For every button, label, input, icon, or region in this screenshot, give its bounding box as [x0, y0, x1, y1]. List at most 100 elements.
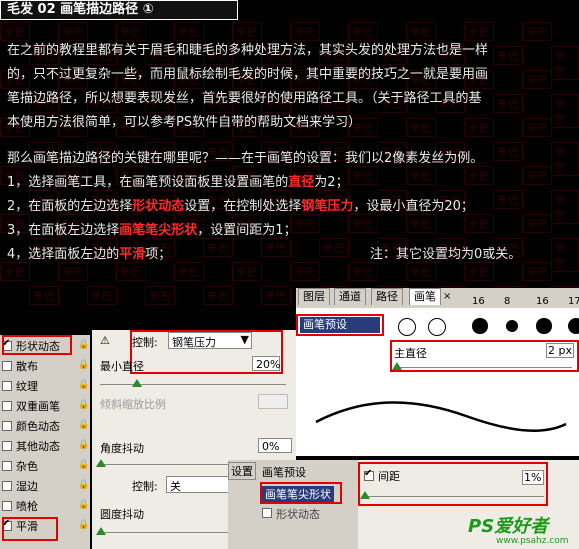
- spacing-slider-track[interactable]: [364, 496, 544, 497]
- option-checkbox[interactable]: [2, 381, 12, 391]
- watermark-tile: 辛巴: [87, 286, 117, 305]
- diameter-label: 主直径: [394, 347, 427, 360]
- watermark-tile: 辛巴: [522, 118, 552, 137]
- highlight-tip-shape: [260, 482, 342, 504]
- option-label: 其他动态: [16, 440, 60, 453]
- option-checkbox[interactable]: [2, 361, 12, 371]
- watermark-tile: 辛巴: [522, 262, 552, 281]
- brush-size-label: 8: [504, 296, 511, 307]
- option-checkbox[interactable]: [2, 461, 12, 471]
- watermark-tile: 辛巴: [145, 286, 175, 305]
- brush-tip-preview[interactable]: [428, 318, 446, 336]
- diameter-input[interactable]: 2 px: [546, 343, 574, 358]
- watermark-tile: 辛巴: [551, 94, 579, 128]
- brush-size-label: 16: [472, 296, 485, 307]
- stroke-preview: [315, 401, 567, 432]
- tip-item-shape-dynamics[interactable]: 形状动态: [262, 506, 320, 522]
- watermark-tile: 辛巴: [551, 46, 579, 80]
- lock-icon[interactable]: 🔒: [78, 380, 89, 390]
- option-label: 双重画笔: [16, 400, 60, 413]
- roundness-slider-knob[interactable]: [96, 527, 106, 535]
- tab-layers[interactable]: 图层: [298, 288, 330, 305]
- brush-option-item[interactable]: 其他动态: [2, 437, 60, 455]
- watermark-tile: 辛巴: [261, 286, 291, 305]
- step-3-highlight: 画笔笔尖形状: [119, 223, 198, 238]
- diameter-slider-track[interactable]: [396, 367, 572, 368]
- option-checkbox[interactable]: [2, 481, 12, 491]
- watermark-tile: 辛巴: [116, 22, 146, 41]
- tutorial-page: 辛巴 辛巴 辛巴 辛巴 辛巴 辛巴 辛巴 辛巴 辛巴 辛巴 辛巴 辛巴 辛巴 辛巴 辛巴 辛巴 辛巴 辛巴 辛巴 辛巴…: [0, 0, 579, 549]
- spacing-slider-knob[interactable]: [360, 491, 370, 499]
- step-1-end: 为2；: [314, 175, 349, 190]
- step-2-highlight-2: 钢笔压力: [301, 199, 354, 214]
- lock-icon[interactable]: 🔒: [78, 360, 89, 370]
- option-label: 散布: [16, 360, 38, 373]
- watermark-tile: 辛巴: [348, 22, 378, 41]
- shape-dynamics-checkbox[interactable]: [262, 508, 272, 518]
- watermark-tile: 辛巴: [493, 190, 523, 209]
- angle-jitter-slider-knob[interactable]: [96, 459, 106, 467]
- option-label: 湿边: [16, 480, 38, 493]
- diameter-slider-knob[interactable]: [392, 362, 402, 370]
- tip-shape-panel: 设置 画笔预设 画笔笔尖形状 形状动态 间距 1% PS爱好者 www.psah…: [228, 460, 579, 549]
- stroke-preview-curve: [315, 401, 567, 432]
- min-diameter-slider-knob[interactable]: [132, 379, 143, 387]
- option-checkbox[interactable]: [2, 441, 12, 451]
- highlight-shape-dynamics: [2, 335, 72, 355]
- tab-channels[interactable]: 通道: [334, 288, 366, 305]
- lock-icon[interactable]: 🔒: [78, 480, 89, 490]
- brush-size-label: 16: [536, 296, 549, 307]
- brush-preset-item[interactable]: 画笔预设: [300, 317, 380, 333]
- warning-icon: ⚠: [100, 334, 110, 347]
- watermark-tile: 辛巴: [290, 262, 320, 281]
- tab-paths[interactable]: 路径: [371, 288, 403, 305]
- lock-icon[interactable]: 🔒: [78, 340, 89, 350]
- min-diameter-slider-track[interactable]: [100, 384, 286, 385]
- step-3-end: ，设置间距为1；: [197, 223, 297, 238]
- intro-line-4: 本使用方法很简单，可以参考PS软件自带的帮助文档来学习）: [7, 115, 362, 130]
- angle-control-label: 控制:: [132, 480, 158, 493]
- brush-tip-preview[interactable]: [505, 319, 519, 333]
- tab-brushes[interactable]: 画笔: [409, 288, 441, 305]
- lock-icon[interactable]: 🔒: [78, 440, 89, 450]
- option-checkbox[interactable]: [2, 401, 12, 411]
- brush-option-item[interactable]: 纹理: [2, 377, 38, 395]
- brush-option-item[interactable]: 散布: [2, 357, 38, 375]
- tip-left-list: 画笔预设 画笔笔尖形状 形状动态: [258, 460, 358, 549]
- option-checkbox[interactable]: [2, 501, 12, 511]
- tip-item-preset[interactable]: 画笔预设: [262, 464, 306, 480]
- brush-option-item[interactable]: 湿边: [2, 477, 38, 495]
- set-button[interactable]: 设置: [228, 462, 256, 480]
- brush-size-label: 17: [568, 296, 579, 307]
- watermark-tile: 辛巴: [551, 238, 579, 272]
- lock-icon[interactable]: 🔒: [78, 400, 89, 410]
- watermark-tile: 辛巴: [232, 22, 262, 41]
- brush-option-item[interactable]: 杂色: [2, 457, 38, 475]
- angle-control-value: 关: [170, 480, 181, 493]
- brush-option-item[interactable]: 颜色动态: [2, 417, 60, 435]
- min-diameter-input[interactable]: 20%: [252, 356, 280, 371]
- spacing-row[interactable]: 间距: [364, 468, 400, 484]
- watermark-tile: 辛巴: [406, 22, 436, 41]
- angle-jitter-input[interactable]: 0%: [258, 438, 292, 453]
- close-tab-icon[interactable]: ×: [443, 291, 451, 302]
- brush-tip-preview[interactable]: [398, 318, 416, 336]
- lock-icon[interactable]: 🔒: [78, 460, 89, 470]
- watermark-tile: 辛巴: [290, 22, 320, 41]
- watermark-tile: 辛巴: [493, 142, 523, 161]
- brush-tip-preview[interactable]: [472, 318, 488, 334]
- brush-option-item[interactable]: 喷枪: [2, 497, 38, 515]
- lock-icon[interactable]: 🔒: [78, 520, 89, 530]
- brush-tip-preview[interactable]: [536, 318, 552, 334]
- step-1-highlight: 直径: [288, 175, 315, 190]
- spacing-input[interactable]: 1%: [522, 470, 544, 485]
- brush-option-item[interactable]: 双重画笔: [2, 397, 60, 415]
- angle-jitter-label: 角度抖动: [100, 442, 144, 455]
- logo-url: www.psahz.com: [496, 536, 569, 546]
- watermark-tile: 辛巴: [406, 118, 436, 137]
- brush-tip-preview[interactable]: [568, 318, 579, 334]
- spacing-checkbox[interactable]: [364, 468, 374, 481]
- lock-icon[interactable]: 🔒: [78, 420, 89, 430]
- lock-icon[interactable]: 🔒: [78, 500, 89, 510]
- option-checkbox[interactable]: [2, 421, 12, 431]
